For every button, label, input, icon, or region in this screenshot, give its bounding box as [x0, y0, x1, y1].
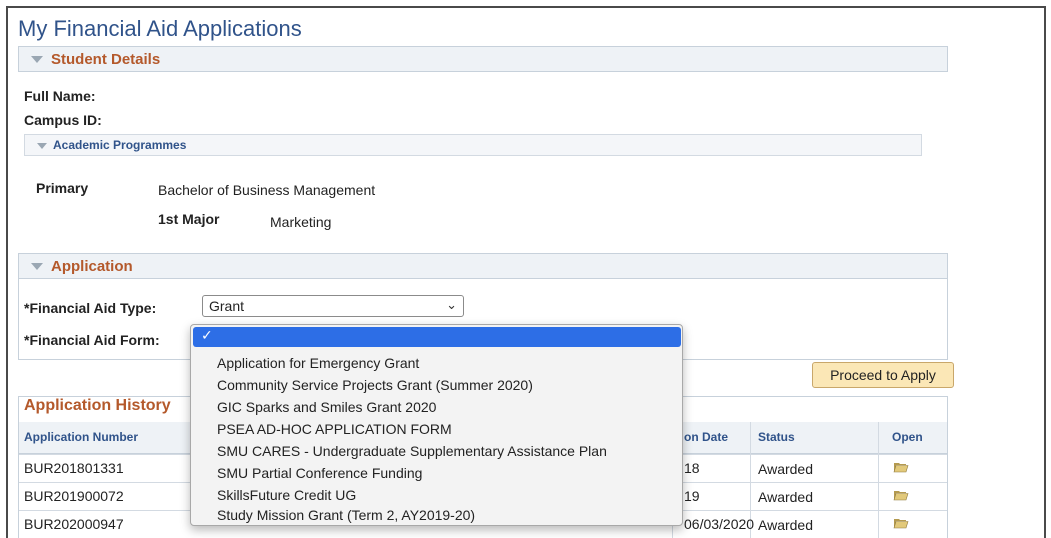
academic-programmes-label: Academic Programmes [53, 138, 187, 152]
folder-open-icon[interactable] [893, 517, 909, 529]
dropdown-option[interactable]: Study Mission Grant (Term 2, AY2019-20) [217, 507, 475, 523]
table-row-date: 19 [684, 488, 700, 504]
table-row-date: 18 [684, 460, 700, 476]
col-header-application-number[interactable]: Application Number [24, 430, 138, 444]
primary-label: Primary [36, 180, 89, 196]
table-row-status: Awarded [758, 517, 814, 533]
dropdown-option[interactable]: PSEA AD-HOC APPLICATION FORM [217, 421, 452, 437]
aid-form-dropdown[interactable]: ✓ Application for Emergency Grant Commun… [190, 324, 683, 526]
aid-type-value: Grant [209, 298, 245, 314]
checkmark-icon: ✓ [201, 327, 213, 343]
aid-form-label: *Financial Aid Form: [24, 332, 160, 348]
major-label: 1st Major [158, 211, 220, 227]
dropdown-option[interactable]: SMU CARES - Undergraduate Supplementary … [217, 443, 607, 459]
dropdown-option[interactable]: Community Service Projects Grant (Summer… [217, 377, 533, 393]
app-frame: My Financial Aid Applications Student De… [6, 6, 1046, 538]
page-title: My Financial Aid Applications [18, 16, 302, 41]
col-header-open: Open [892, 430, 923, 444]
proceed-to-apply-button[interactable]: Proceed to Apply [812, 362, 954, 388]
collapse-triangle-icon[interactable] [31, 263, 43, 270]
application-header[interactable]: Application [18, 253, 948, 279]
col-header-status[interactable]: Status [758, 430, 795, 444]
dropdown-option[interactable]: SkillsFuture Credit UG [217, 487, 356, 503]
campus-id-label: Campus ID: [24, 112, 102, 128]
student-details-header[interactable]: Student Details [18, 46, 948, 72]
major-value: Marketing [270, 214, 332, 230]
col-header-date[interactable]: on Date [684, 430, 728, 444]
aid-type-label: *Financial Aid Type: [24, 300, 157, 316]
table-row-number: BUR202000947 [24, 516, 124, 532]
chevron-down-icon: ⌄ [446, 297, 457, 312]
student-details-label: Student Details [51, 51, 161, 68]
table-row-date: 06/03/2020 [684, 516, 755, 532]
academic-programmes-header[interactable]: Academic Programmes [24, 134, 922, 156]
full-name-label: Full Name: [24, 88, 96, 104]
table-row-number: BUR201900072 [24, 488, 124, 504]
primary-value: Bachelor of Business Management [158, 182, 376, 198]
application-label: Application [51, 258, 133, 275]
application-history-title: Application History [24, 397, 171, 414]
dropdown-option[interactable]: Application for Emergency Grant [217, 355, 419, 371]
table-row-status: Awarded [758, 489, 814, 505]
dropdown-selected-blank-option[interactable]: ✓ [193, 327, 681, 347]
collapse-triangle-icon[interactable] [31, 56, 43, 63]
dropdown-option[interactable]: GIC Sparks and Smiles Grant 2020 [217, 399, 436, 415]
folder-open-icon[interactable] [893, 461, 909, 473]
table-row-status: Awarded [758, 461, 814, 477]
table-row-number: BUR201801331 [24, 460, 124, 476]
aid-type-select[interactable]: Grant ⌄ [202, 295, 464, 317]
collapse-triangle-icon[interactable] [37, 143, 47, 149]
folder-open-icon[interactable] [893, 489, 909, 501]
dropdown-option[interactable]: SMU Partial Conference Funding [217, 465, 422, 481]
column-divider [878, 422, 879, 538]
